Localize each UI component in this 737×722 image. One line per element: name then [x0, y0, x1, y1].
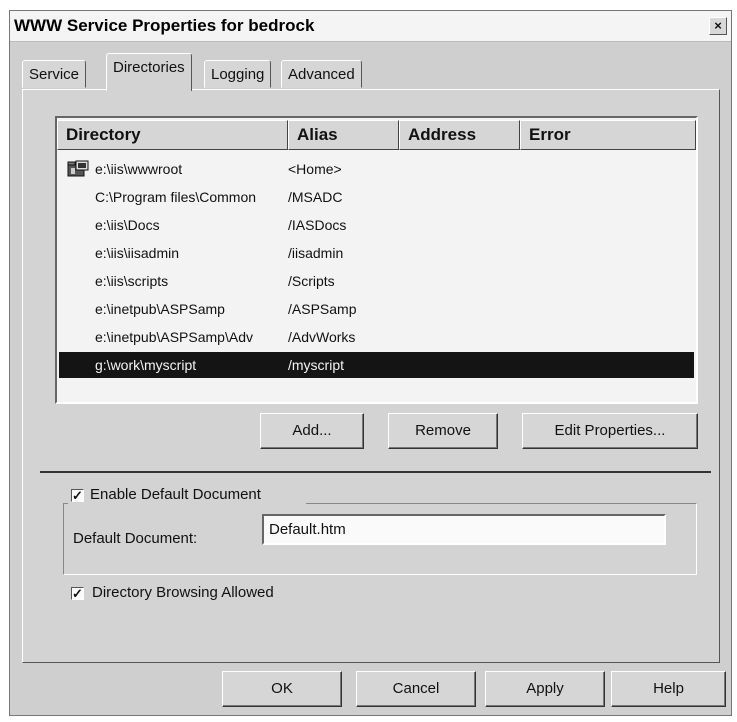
list-row[interactable]: e:\iis\wwwroot <Home> [59, 156, 694, 182]
alias-cell: /AdvWorks [288, 329, 356, 345]
list-row[interactable]: e:\iis\iisadmin /iisadmin [59, 240, 694, 266]
close-button[interactable]: × [709, 17, 727, 35]
alias-cell: /myscript [288, 357, 344, 373]
directory-cell: g:\work\myscript [95, 357, 197, 373]
group-title: ✓ Enable Default Document [68, 485, 306, 505]
list-row-selected[interactable]: g:\work\myscript /myscript [59, 352, 694, 378]
list-row[interactable]: e:\iis\Docs /IASDocs [59, 212, 694, 238]
tab-logging[interactable]: Logging [204, 60, 272, 88]
list-row[interactable]: e:\inetpub\ASPSamp /ASPSamp [59, 296, 694, 322]
apply-button[interactable]: Apply [485, 671, 605, 707]
column-header-directory[interactable]: Directory [57, 120, 288, 150]
list-row[interactable]: C:\Program files\Common /MSADC [59, 184, 694, 210]
tab-directories[interactable]: Directories [106, 53, 192, 91]
alias-cell: /MSADC [288, 189, 343, 205]
directory-cell: C:\Program files\Common [95, 189, 257, 205]
directory-cell: e:\iis\Docs [95, 217, 160, 233]
default-document-input[interactable]: Default.htm [262, 514, 666, 545]
directory-cell: e:\iis\wwwroot [95, 161, 183, 177]
properties-dialog: WWW Service Properties for bedrock × Ser… [9, 10, 732, 716]
directory-cell: e:\iis\iisadmin [95, 245, 180, 261]
ok-button[interactable]: OK [222, 671, 342, 707]
title-bar[interactable]: WWW Service Properties for bedrock × [10, 11, 731, 42]
enable-default-document-label[interactable]: Enable Default Document [90, 486, 261, 503]
directory-browsing-checkbox[interactable]: ✓ [71, 587, 84, 600]
alias-cell: /iisadmin [288, 245, 344, 261]
remove-button[interactable]: Remove [388, 413, 498, 449]
alias-cell: <Home> [288, 161, 342, 177]
column-header-address[interactable]: Address [399, 120, 520, 150]
default-document-label: Default Document: [73, 530, 198, 547]
tab-service[interactable]: Service [22, 60, 87, 88]
alias-cell: /Scripts [288, 273, 335, 289]
directory-browsing-label[interactable]: Directory Browsing Allowed [92, 584, 274, 601]
directory-list[interactable]: Directory Alias Address Error e:\iis\www… [55, 116, 698, 404]
alias-cell: /ASPSamp [288, 301, 357, 317]
window-title: WWW Service Properties for bedrock [14, 16, 315, 35]
alias-cell: /IASDocs [288, 217, 347, 233]
enable-default-document-checkbox[interactable]: ✓ [71, 489, 84, 502]
edit-properties-button[interactable]: Edit Properties... [522, 413, 698, 449]
tab-advanced[interactable]: Advanced [281, 60, 362, 88]
directory-cell: e:\inetpub\ASPSamp\Adv [95, 329, 253, 345]
cancel-button[interactable]: Cancel [356, 671, 476, 707]
directory-cell: e:\inetpub\ASPSamp [95, 301, 225, 317]
column-header-alias[interactable]: Alias [288, 120, 399, 150]
list-row[interactable]: e:\iis\scripts /Scripts [59, 268, 694, 294]
home-folder-icon [67, 160, 89, 177]
separator [40, 471, 711, 473]
list-row[interactable]: e:\inetpub\ASPSamp\Adv /AdvWorks [59, 324, 694, 350]
directory-cell: e:\iis\scripts [95, 273, 169, 289]
add-button[interactable]: Add... [260, 413, 364, 449]
help-button[interactable]: Help [611, 671, 726, 707]
column-header-error[interactable]: Error [520, 120, 696, 150]
